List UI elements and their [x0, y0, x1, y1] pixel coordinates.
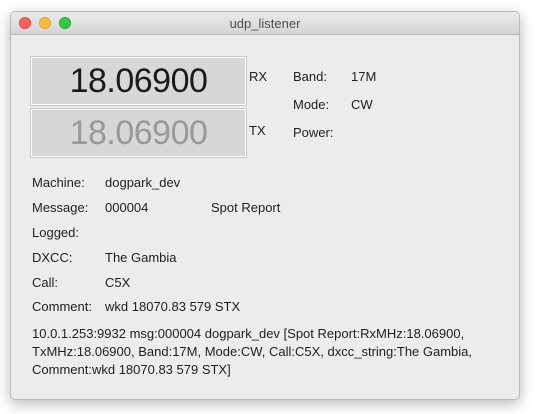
tx-label: TX: [249, 123, 266, 138]
mode-value: CW: [351, 97, 373, 112]
machine-label: Machine:: [32, 175, 85, 190]
call-label: Call:: [32, 275, 59, 290]
mode-label: Mode:: [293, 97, 330, 112]
machine-value: dogpark_dev: [105, 175, 181, 190]
dxcc-label: DXCC:: [32, 250, 73, 265]
message-value: 000004: [105, 200, 149, 215]
raw-message-log: 10.0.1.253:9932 msg:000004 dogpark_dev […: [32, 326, 473, 377]
title-bar[interactable]: udp_listener: [11, 12, 519, 35]
band-value: 17M: [351, 69, 377, 84]
app-window: udp_listener 18.06900 RX 18.06900 TX Ban…: [10, 11, 520, 400]
comment-value: wkd 18070.83 579 STX: [105, 299, 241, 314]
comment-label: Comment:: [32, 299, 92, 314]
rx-label: RX: [249, 69, 268, 84]
tx-frequency-display: 18.06900: [31, 109, 246, 157]
call-value: C5X: [105, 275, 131, 290]
message-label: Message:: [32, 200, 89, 215]
rx-frequency-display: 18.06900: [31, 57, 246, 105]
band-label: Band:: [293, 69, 327, 84]
message-type: Spot Report: [211, 200, 281, 215]
window-title: udp_listener: [229, 16, 301, 31]
dxcc-value: The Gambia: [105, 250, 177, 265]
power-label: Power:: [293, 125, 334, 140]
logged-label: Logged:: [32, 225, 79, 240]
